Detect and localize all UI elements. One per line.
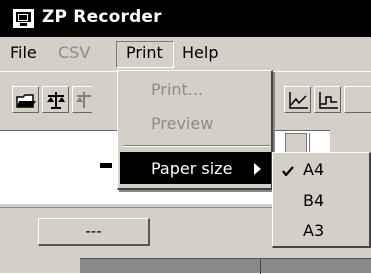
value-field[interactable]: --- xyxy=(38,218,150,246)
line-chart-button[interactable] xyxy=(284,86,311,113)
panel-control-1[interactable] xyxy=(285,133,307,153)
open-button[interactable] xyxy=(12,86,39,113)
scale-disabled-icon xyxy=(76,92,91,108)
step-chart-button[interactable] xyxy=(314,86,341,113)
value-dash-indicator xyxy=(100,163,112,168)
menu-file[interactable]: File xyxy=(10,43,37,62)
scale-disabled-button[interactable] xyxy=(72,86,92,113)
submenu-item-a4[interactable]: A4 xyxy=(303,160,324,179)
menu-help[interactable]: Help xyxy=(182,43,218,62)
menu-print[interactable]: Print xyxy=(126,43,163,62)
submenu-item-b4[interactable]: B4 xyxy=(303,191,324,210)
checkmark-icon xyxy=(282,166,294,176)
menu-csv[interactable]: CSV xyxy=(58,43,90,62)
menu-separator xyxy=(123,145,270,147)
submenu-item-a3[interactable]: A3 xyxy=(303,221,324,240)
menu-item-paper-size-label: Paper size xyxy=(151,159,233,178)
menu-item-print[interactable]: Print... xyxy=(151,80,203,99)
panel-control-2[interactable] xyxy=(309,133,329,153)
more-toolbar-button[interactable] xyxy=(344,86,371,113)
window-title: ZP Recorder xyxy=(42,7,162,27)
menu-item-preview[interactable]: Preview xyxy=(151,114,213,133)
scale-button[interactable] xyxy=(42,86,69,113)
scale-icon xyxy=(47,92,65,109)
submenu-arrow-icon xyxy=(254,163,261,175)
step-chart-icon xyxy=(319,92,338,109)
monitor-icon xyxy=(13,9,34,28)
open-folder-icon xyxy=(16,94,36,108)
line-chart-icon xyxy=(289,92,308,109)
bottom-strip xyxy=(80,258,371,274)
